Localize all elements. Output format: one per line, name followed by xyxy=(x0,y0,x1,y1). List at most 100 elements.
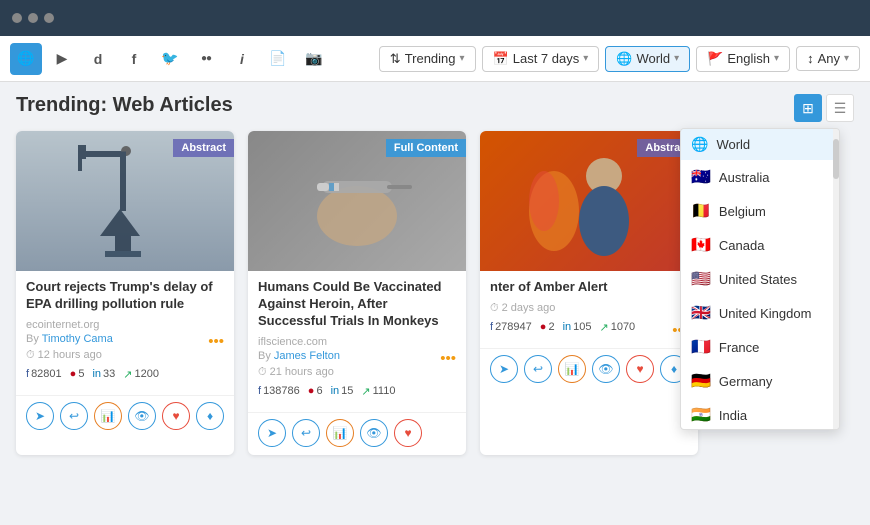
card-2-actions: ➤ ↩ 📊 👁 ♥ xyxy=(248,412,466,455)
window-dot-3 xyxy=(44,13,54,23)
language-filter[interactable]: 🚩 English ▾ xyxy=(696,46,790,72)
card-1-stats: f 82801 ● 5 in 33 ↗ 1200 xyxy=(26,368,224,381)
card-2-source: iflscience.com xyxy=(258,336,456,348)
camera-icon-btn[interactable]: 📷 xyxy=(298,43,330,75)
card-2-share-btn[interactable]: ↩ xyxy=(292,419,320,447)
card-2-stats: f 138786 ● 6 in 15 ↗ 111 xyxy=(258,385,456,398)
australia-flag: 🇦🇺 xyxy=(691,167,711,187)
trending-arrow: ▾ xyxy=(460,53,465,64)
dropdown-item-us[interactable]: 🇺🇸 United States xyxy=(681,262,839,296)
germany-flag: 🇩🇪 xyxy=(691,371,711,391)
card-1-pin-stat: ● 5 xyxy=(70,368,85,380)
card-3-send-btn[interactable]: ➤ xyxy=(490,355,518,383)
title-suffix: Web Articles xyxy=(113,94,233,116)
dropdown-item-germany[interactable]: 🇩🇪 Germany xyxy=(681,364,839,398)
dropdown-item-world[interactable]: 🌐 World xyxy=(681,129,839,160)
card-3-body: nter of Amber Alert ⏱ 2 days ago f 27894… xyxy=(480,271,698,348)
language-arrow: ▾ xyxy=(774,53,779,64)
card-2-fb-stat: f 138786 xyxy=(258,385,300,397)
card-2-time: ⏱ 21 hours ago xyxy=(258,366,440,379)
flickr-icon-btn[interactable]: ●● xyxy=(190,43,222,75)
card-3-pin-stat: ● 2 xyxy=(540,321,555,333)
dailymotion-icon-btn[interactable]: d xyxy=(82,43,114,75)
info-icon-btn[interactable]: i xyxy=(226,43,258,75)
facebook-icon-btn[interactable]: f xyxy=(118,43,150,75)
view-toggle: ⊞ ☰ xyxy=(794,94,854,122)
card-1-badge: Abstract xyxy=(173,139,234,157)
twitter-icon-btn[interactable]: 🐦 xyxy=(154,43,186,75)
card-1-author-link[interactable]: Timothy Cama xyxy=(42,333,113,345)
card-1-dots[interactable]: ••• xyxy=(208,333,224,350)
window-dot-1 xyxy=(12,13,22,23)
toolbar-icons: 🌐 ▶ d f 🐦 ●● i 📄 📷 xyxy=(10,43,330,75)
canada-flag: 🇨🇦 xyxy=(691,235,711,255)
card-3-li-stat: in 105 xyxy=(563,321,592,333)
toolbar-filters: ⇅ Trending ▾ 📅 Last 7 days ▾ 🌐 World ▾ 🚩… xyxy=(379,46,860,72)
dropdown-india-label: India xyxy=(719,408,747,423)
article-card-2: Full Content Humans Could Be Vaccinated … xyxy=(248,131,466,455)
card-2-send-btn[interactable]: ➤ xyxy=(258,419,286,447)
card-1-heart-btn[interactable]: ♥ xyxy=(162,402,190,430)
card-2-author-link[interactable]: James Felton xyxy=(274,350,340,362)
card-1-share-btn[interactable]: ↩ xyxy=(60,402,88,430)
title-bar xyxy=(0,0,870,36)
any-arrow: ▾ xyxy=(844,53,849,64)
card-2-image: Full Content xyxy=(248,131,466,271)
date-label: Last 7 days xyxy=(513,51,580,66)
card-1-source: ecointernet.org xyxy=(26,319,224,331)
card-3-eye-btn[interactable]: 👁 xyxy=(592,355,620,383)
globe-icon-btn[interactable]: 🌐 xyxy=(10,43,42,75)
dropdown-canada-label: Canada xyxy=(719,238,765,253)
language-label: English xyxy=(727,51,770,66)
card-3-heart-btn[interactable]: ♥ xyxy=(626,355,654,383)
region-dropdown: 🌐 World 🇦🇺 Australia 🇧🇪 Belgium 🇨🇦 Canad… xyxy=(680,128,840,430)
doc-icon-btn[interactable]: 📄 xyxy=(262,43,294,75)
card-2-heart-btn[interactable]: ♥ xyxy=(394,419,422,447)
india-flag: 🇮🇳 xyxy=(691,405,711,425)
dropdown-item-canada[interactable]: 🇨🇦 Canada xyxy=(681,228,839,262)
card-1-chart-btn[interactable]: 📊 xyxy=(94,402,122,430)
region-label: World xyxy=(636,51,670,66)
card-2-dots[interactable]: ••• xyxy=(440,350,456,367)
dropdown-item-australia[interactable]: 🇦🇺 Australia xyxy=(681,160,839,194)
card-3-fb-stat: f 278947 xyxy=(490,321,532,333)
youtube-icon-btn[interactable]: ▶ xyxy=(46,43,78,75)
dropdown-item-france[interactable]: 🇫🇷 France xyxy=(681,330,839,364)
france-flag: 🇫🇷 xyxy=(691,337,711,357)
page-title: Trending: Web Articles xyxy=(16,94,854,117)
card-2-badge: Full Content xyxy=(386,139,466,157)
grid-view-btn[interactable]: ⊞ xyxy=(794,94,822,122)
flag-icon: 🚩 xyxy=(707,51,723,67)
card-3-share-btn[interactable]: ↩ xyxy=(524,355,552,383)
card-2-eye-btn[interactable]: 👁 xyxy=(360,419,388,447)
card-1-li-stat: in 33 xyxy=(92,368,115,380)
dropdown-us-label: United States xyxy=(719,272,797,287)
dropdown-item-india[interactable]: 🇮🇳 India xyxy=(681,398,839,429)
card-1-body: Court rejects Trump's delay of EPA drill… xyxy=(16,271,234,395)
any-filter[interactable]: ↕ Any ▾ xyxy=(796,46,860,71)
dropdown-australia-label: Australia xyxy=(719,170,770,185)
dropdown-scroll[interactable]: 🌐 World 🇦🇺 Australia 🇧🇪 Belgium 🇨🇦 Canad… xyxy=(681,129,839,429)
region-filter[interactable]: 🌐 World ▾ xyxy=(605,46,690,72)
trending-filter[interactable]: ⇅ Trending ▾ xyxy=(379,46,476,72)
dropdown-item-belgium[interactable]: 🇧🇪 Belgium xyxy=(681,194,839,228)
list-view-btn[interactable]: ☰ xyxy=(826,94,854,122)
clock-icon-2: ⏱ xyxy=(258,366,267,379)
card-1-send-btn[interactable]: ➤ xyxy=(26,402,54,430)
date-filter[interactable]: 📅 Last 7 days ▾ xyxy=(482,46,600,72)
card-2-title: Humans Could Be Vaccinated Against Heroi… xyxy=(258,279,456,330)
dropdown-germany-label: Germany xyxy=(719,374,772,389)
card-2-chart-btn[interactable]: 📊 xyxy=(326,419,354,447)
card-1-time: ⏱ 12 hours ago xyxy=(26,349,208,362)
card-1-eye-btn[interactable]: 👁 xyxy=(128,402,156,430)
card-2-body: Humans Could Be Vaccinated Against Heroi… xyxy=(248,271,466,412)
card-3-chart-btn[interactable]: 📊 xyxy=(558,355,586,383)
card-1-author: By Timothy Cama ••• xyxy=(26,333,224,345)
card-1-bookmark-btn[interactable]: ♦ xyxy=(196,402,224,430)
dropdown-item-uk[interactable]: 🇬🇧 United Kingdom xyxy=(681,296,839,330)
title-prefix: Trending: xyxy=(16,94,107,116)
card-1-image: Abstract xyxy=(16,131,234,271)
region-arrow: ▾ xyxy=(674,53,679,64)
any-label: Any xyxy=(818,51,840,66)
window-dot-2 xyxy=(28,13,38,23)
